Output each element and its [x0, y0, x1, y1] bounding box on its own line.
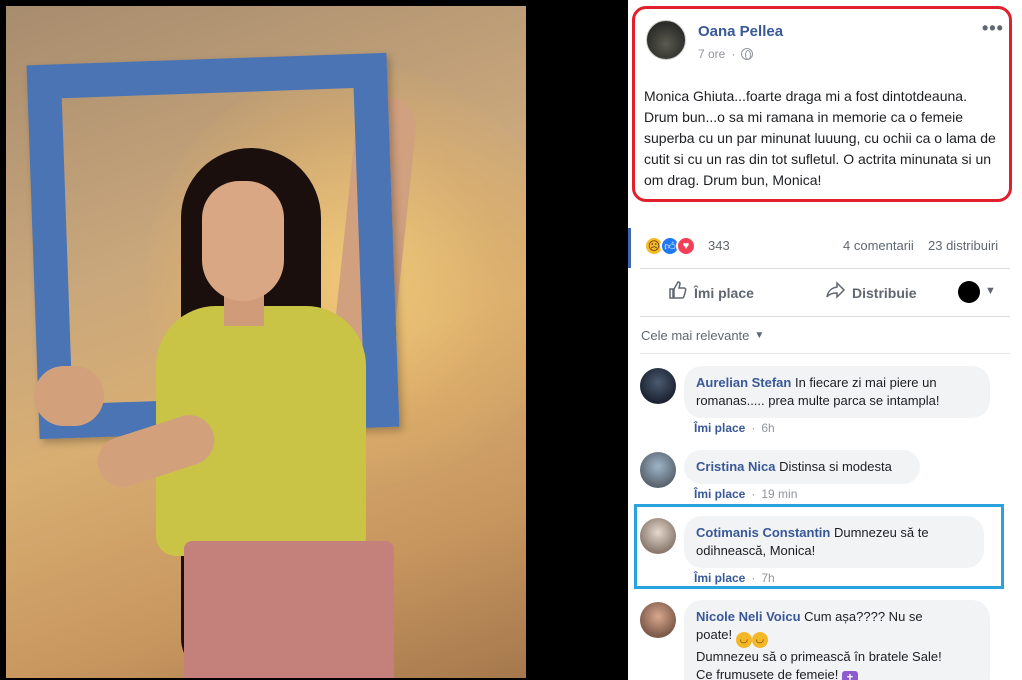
comment-bubble: Cristina Nica Distinsa si modesta: [684, 450, 920, 484]
separator-dot: ·: [751, 421, 756, 435]
post-photo[interactable]: [6, 6, 526, 678]
commenter-avatar[interactable]: [640, 602, 676, 638]
comment-actions: Îmi place · 6h: [694, 421, 775, 435]
comment-actions: Îmi place · 19 min: [694, 487, 797, 501]
like-button[interactable]: Îmi place: [668, 280, 754, 305]
globe-icon: [741, 48, 754, 60]
cross-emoji-icon: ✝: [841, 671, 858, 680]
post-header: Oana Pellea 7 ore · ••• Monica Ghiuta...…: [628, 0, 1022, 205]
like-label: Îmi place: [694, 284, 754, 301]
comment-text: romanas..... prea multe parca se intampl…: [696, 393, 940, 408]
comment-time[interactable]: 7h: [761, 571, 774, 585]
reaction-icons[interactable]: ☹ 👍︎ ♥: [644, 236, 696, 256]
comment-text: Dumnezeu să o primească în bratele Sale!: [696, 649, 942, 664]
separator-dot: ·: [731, 47, 736, 61]
shares-count[interactable]: 23 distribuiri: [928, 238, 998, 253]
post-meta: 7 ore ·: [698, 47, 754, 61]
comment-time[interactable]: 19 min: [761, 487, 797, 501]
commenter-avatar[interactable]: [640, 518, 676, 554]
love-reaction-icon: ♥: [676, 236, 696, 256]
share-button[interactable]: Distribuie: [826, 280, 917, 305]
separator-dot: ·: [751, 571, 756, 585]
divider: [640, 268, 1010, 269]
screenshot-root: Oana Pellea 7 ore · ••• Monica Ghiuta...…: [0, 0, 1022, 680]
commenter-avatar[interactable]: [640, 452, 676, 488]
photo-face: [202, 181, 284, 301]
disappointed-emoji-icon: ◡: [751, 632, 768, 648]
separator-dot: ·: [751, 487, 756, 501]
caret-down-icon: ▼: [754, 330, 765, 341]
comment-text: Dumnezeu să te: [830, 525, 929, 540]
comment-like-link[interactable]: Îmi place: [694, 487, 745, 501]
photo-viewer: [0, 0, 628, 680]
sort-label: Cele mai relevante: [641, 328, 750, 343]
more-options-icon[interactable]: •••: [982, 18, 1004, 39]
reactions-count[interactable]: 343: [708, 238, 730, 253]
comment-text: Ce frumusete de femeie!: [696, 667, 839, 680]
commenter-avatar[interactable]: [640, 368, 676, 404]
comment-text: poate!: [696, 627, 733, 642]
commenter-name[interactable]: Cotimanis Constantin: [696, 525, 830, 540]
comment-text: Cum așa???? Nu se: [800, 609, 923, 624]
disappointed-emoji-icon: ◡: [735, 632, 752, 648]
comment-sort-dropdown[interactable]: Cele mai relevante ▼: [641, 328, 764, 343]
comments-count[interactable]: 4 comentarii: [843, 238, 914, 253]
comment-bubble: Aurelian Stefan In fiecare zi mai piere …: [684, 366, 990, 418]
comment-bubble: Cotimanis Constantin Dumnezeu să te odih…: [684, 516, 984, 568]
comment-bubble: Nicole Neli Voicu Cum așa???? Nu se poat…: [684, 600, 990, 680]
comment-time[interactable]: 6h: [761, 421, 774, 435]
photo-hand-left: [34, 366, 104, 426]
thumbs-up-icon: [668, 280, 688, 305]
comment-like-link[interactable]: Îmi place: [694, 571, 745, 585]
photo-pink-skirt: [184, 541, 394, 678]
post-panel: Oana Pellea 7 ore · ••• Monica Ghiuta...…: [628, 0, 1022, 680]
comment-text: odihnească, Monica!: [696, 543, 816, 558]
comment-text: In fiecare zi mai piere un: [791, 375, 937, 390]
commenter-name[interactable]: Aurelian Stefan: [696, 375, 791, 390]
comment-actions: Îmi place · 7h: [694, 571, 775, 585]
post-time[interactable]: 7 ore: [698, 47, 725, 61]
divider: [640, 316, 1010, 317]
divider: [640, 353, 1010, 354]
audience-avatar[interactable]: [958, 281, 980, 303]
reactions-bar: ☹ 👍︎ ♥ 343 4 comentarii 23 distribuiri: [628, 228, 1022, 266]
chevron-down-icon[interactable]: ▼: [985, 285, 996, 297]
comment-text: Distinsa si modesta: [775, 459, 892, 474]
author-avatar[interactable]: [646, 20, 686, 60]
post-text: Monica Ghiuta...foarte draga mi a fost d…: [644, 88, 996, 188]
comment-like-link[interactable]: Îmi place: [694, 421, 745, 435]
share-label: Distribuie: [852, 284, 917, 301]
commenter-name[interactable]: Nicole Neli Voicu: [696, 609, 801, 624]
author-name[interactable]: Oana Pellea: [698, 23, 783, 40]
share-arrow-icon: [826, 280, 846, 305]
commenter-name[interactable]: Cristina Nica: [696, 459, 775, 474]
